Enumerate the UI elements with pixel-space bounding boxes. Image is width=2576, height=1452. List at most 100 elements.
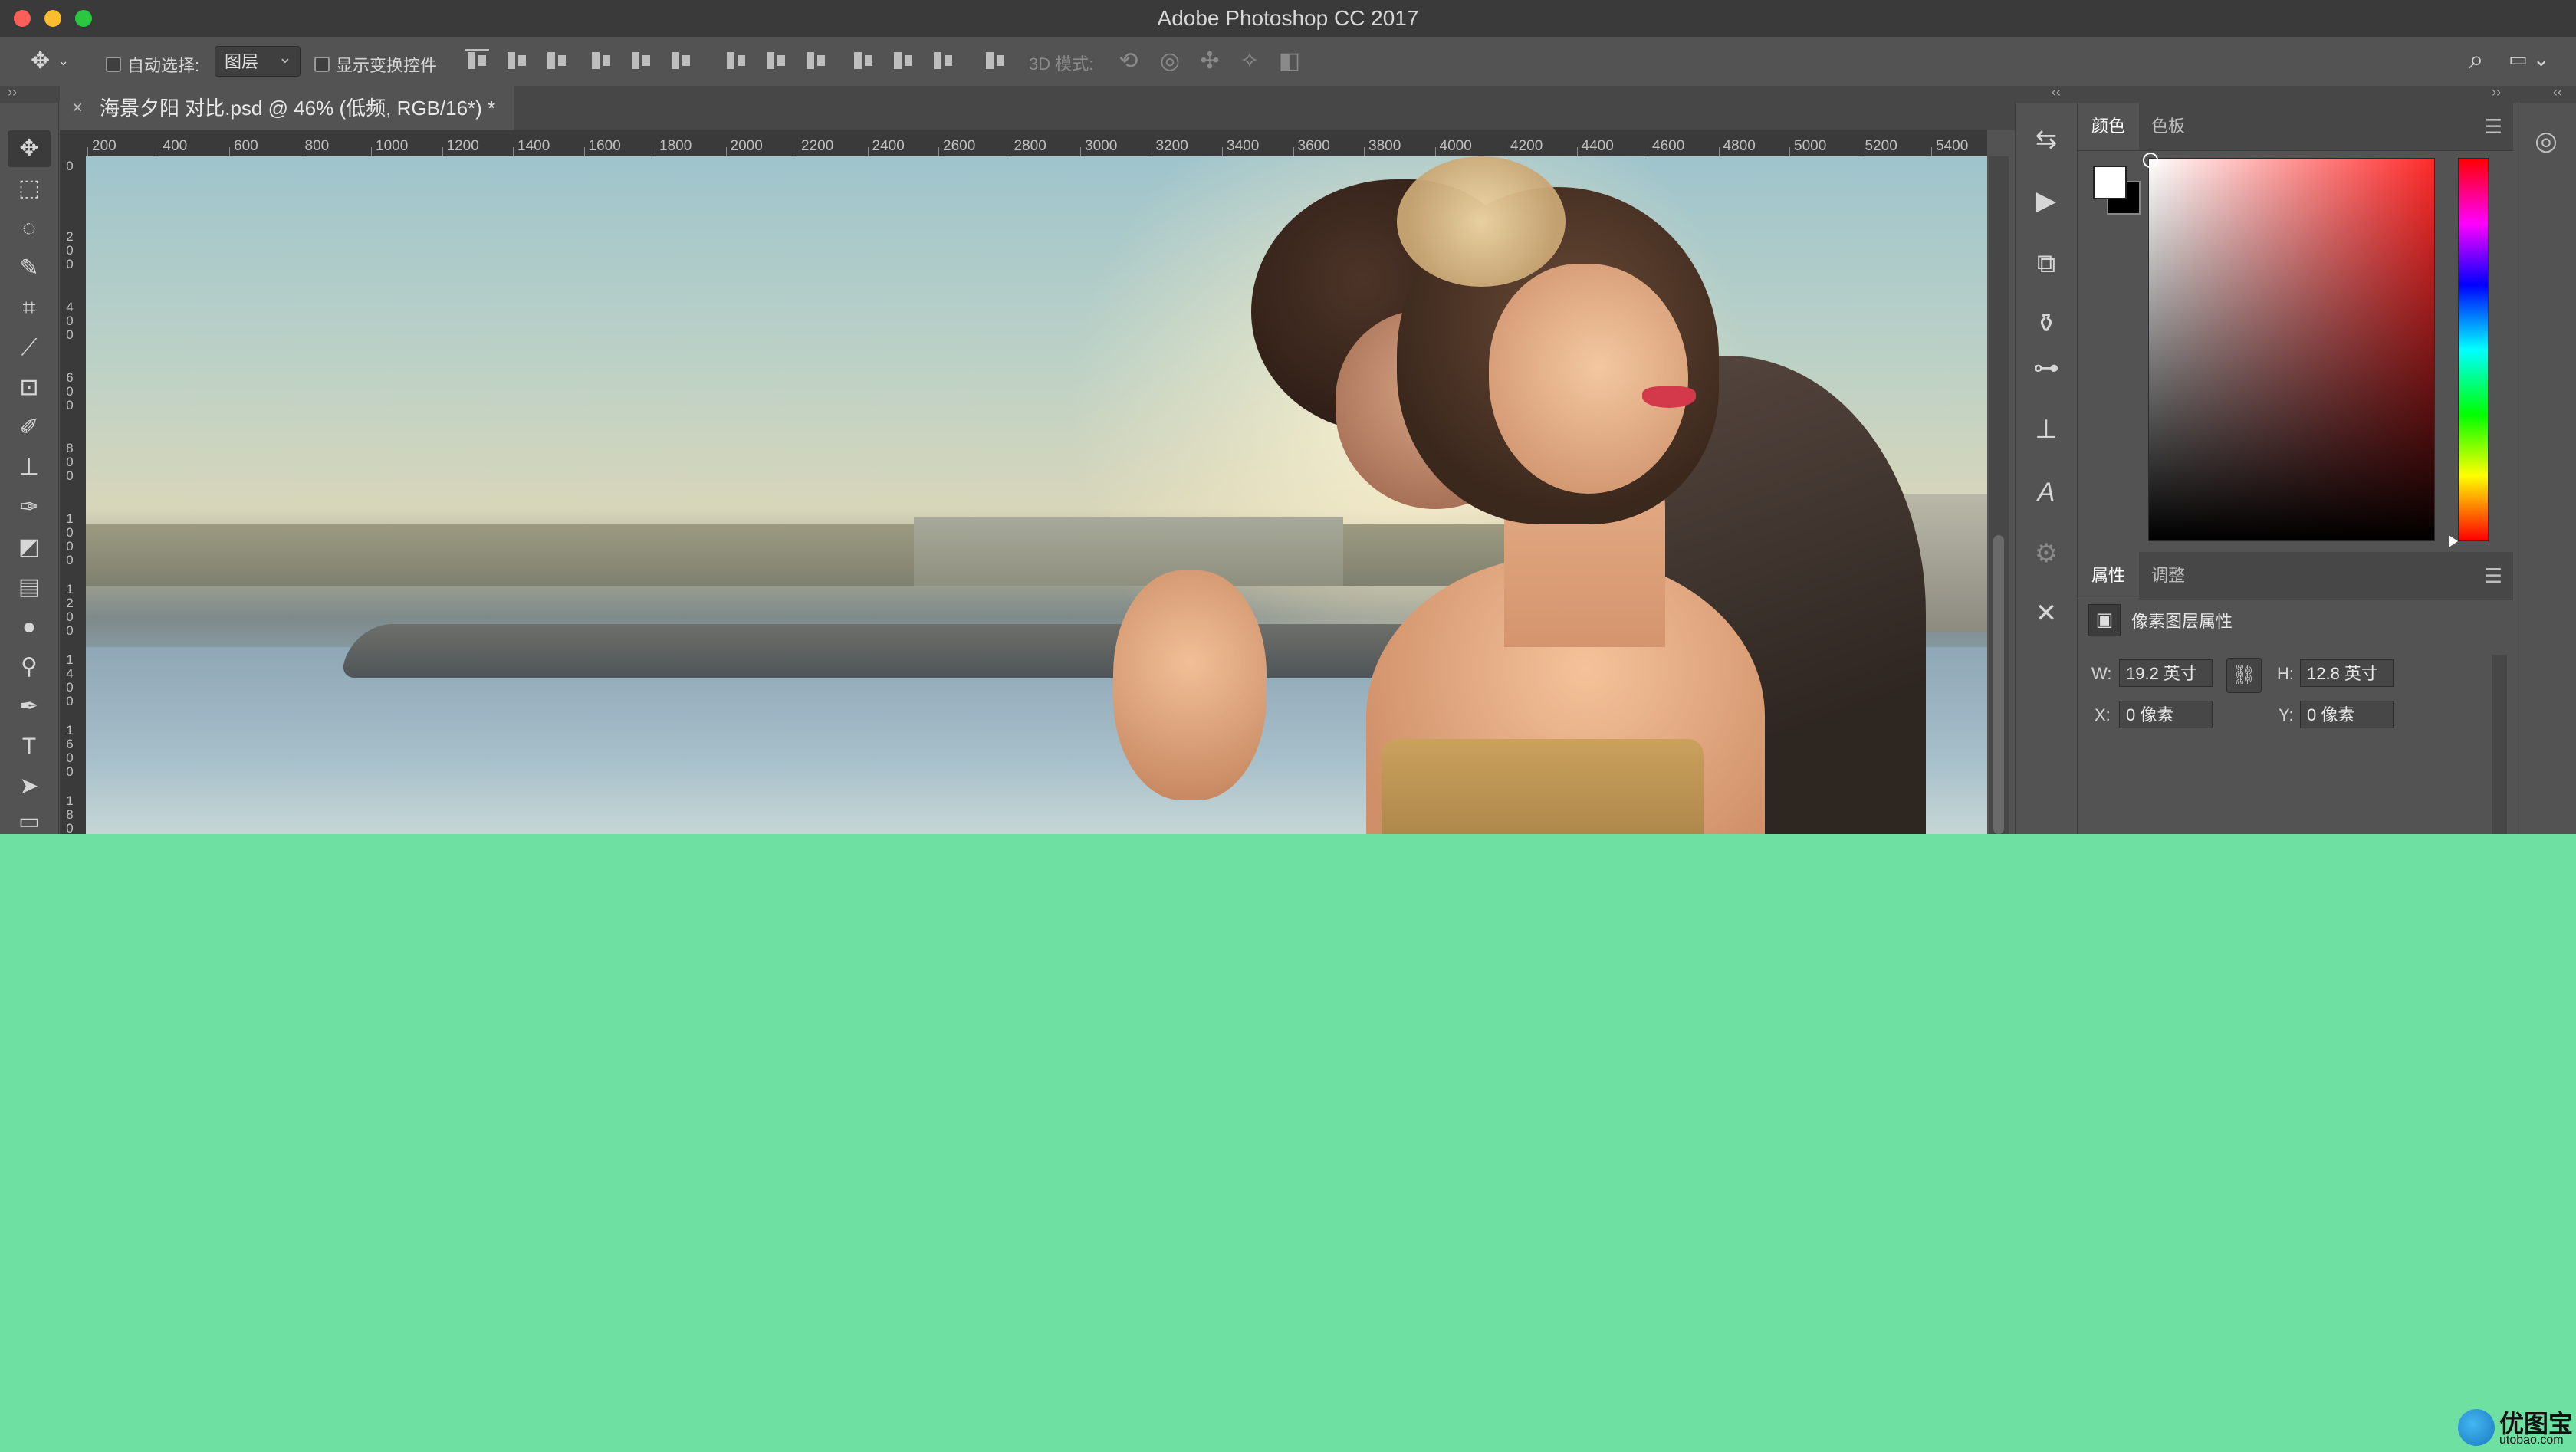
scrollbar-thumb[interactable] [1993, 535, 2004, 834]
move-tool-icon[interactable]: ✥ [8, 130, 51, 167]
auto-select-checkbox-group[interactable]: 自动选择: [106, 52, 199, 77]
brush-tool-icon[interactable]: ✐ [8, 409, 51, 446]
type-tool-icon[interactable]: T [8, 728, 51, 765]
3d-pan-icon[interactable]: ✣ [1196, 48, 1224, 75]
marquee-tool-icon[interactable]: ⬚ [8, 170, 51, 207]
collapse-panels-icon[interactable]: ›› [2492, 84, 2501, 100]
right-panels: 颜色 色板 ☰ 属性 调整 ☰ ▣ 像素图层属性 W: 19.2 英寸 ⛓ H:… [2078, 103, 2513, 834]
libraries-strip: ◎ [2515, 103, 2576, 834]
align-hcenter-icon[interactable] [629, 49, 655, 74]
x-position-field[interactable]: 0 像素 [2119, 701, 2213, 728]
collapse-dock-icon[interactable]: ‹‹ [2052, 84, 2061, 100]
distribute-hcenter-icon[interactable] [891, 49, 917, 74]
watermark: 优图宝 utobao.com [2458, 1404, 2573, 1449]
eyedropper-tool-icon[interactable]: ⟋ [8, 330, 51, 366]
search-icon[interactable]: ⌕ [2461, 44, 2492, 75]
ruler-tick-label: 2600 [943, 138, 976, 154]
ruler-tick-label: 2000 [730, 138, 763, 154]
width-field[interactable]: 19.2 英寸 [2119, 659, 2213, 687]
align-left-icon[interactable] [589, 49, 615, 74]
brush-settings-icon[interactable]: ⊶ [2028, 350, 2065, 386]
distribute-top-icon[interactable] [724, 49, 750, 74]
history-brush-tool-icon[interactable]: ✑ [8, 489, 51, 526]
auto-select-checkbox[interactable] [106, 57, 121, 72]
distribute-left-icon[interactable] [851, 49, 877, 74]
expand-toolbar-icon[interactable]: ›› [8, 84, 17, 100]
align-top-icon[interactable] [465, 49, 491, 74]
quick-select-tool-icon[interactable]: ✎ [8, 250, 51, 287]
align-right-icon[interactable] [669, 49, 695, 74]
distribute-right-icon[interactable] [931, 49, 957, 74]
lasso-tool-icon[interactable]: ◌ [8, 210, 51, 247]
actions-play-icon[interactable]: ▶ [2028, 182, 2065, 219]
dodge-tool-icon[interactable]: ⚲ [8, 649, 51, 685]
ruler-tick-mark [867, 147, 869, 156]
pen-tool-icon[interactable]: ✒ [8, 688, 51, 725]
path-select-tool-icon[interactable]: ➤ [8, 768, 51, 805]
distribute-vcenter-icon[interactable] [764, 49, 790, 74]
3d-scale-icon[interactable]: ◧ [1276, 48, 1303, 75]
blur-tool-icon[interactable]: ● [8, 609, 51, 646]
link-dimensions-icon[interactable]: ⛓ [2226, 658, 2262, 693]
ruler-tick-label: 3800 [1368, 138, 1401, 154]
color-picker-handle[interactable] [2143, 153, 2158, 168]
canvas-vertical-scrollbar[interactable] [1989, 156, 2009, 834]
tab-color[interactable]: 颜色 [2078, 103, 2140, 150]
y-position-field[interactable]: 0 像素 [2300, 701, 2394, 728]
properties-panel-menu-icon[interactable]: ☰ [2485, 564, 2502, 588]
character-panel-icon[interactable]: A [2028, 474, 2065, 511]
tab-properties[interactable]: 属性 [2078, 552, 2140, 600]
tab-adjustments[interactable]: 调整 [2137, 552, 2199, 600]
document-tab[interactable]: × 海景夕阳 对比.psd @ 46% (低频, RGB/16*) * [60, 86, 514, 130]
ruler-origin[interactable] [60, 130, 87, 157]
tools-settings-icon[interactable]: ✕ [2028, 595, 2065, 632]
ruler-tick-label: 1200 [66, 582, 74, 638]
show-transform-checkbox-group[interactable]: 显示变换控件 [314, 52, 437, 77]
tab-swatches[interactable]: 色板 [2137, 103, 2199, 150]
auto-align-layers-icon[interactable] [983, 49, 1009, 74]
vertical-ruler[interactable]: 0 200 400 600 800 1000 1200 1400 1600 1800 [60, 156, 87, 834]
gradient-tool-icon[interactable]: ▤ [8, 569, 51, 606]
move-tool-preset-icon[interactable]: ✥ ⌄ [31, 48, 69, 74]
3d-orbit-icon[interactable]: ⟲ [1115, 48, 1142, 75]
frame-tool-icon[interactable]: ⊡ [8, 370, 51, 406]
show-transform-checkbox[interactable] [314, 57, 330, 72]
ruler-tick-label: 800 [304, 138, 330, 154]
hue-slider[interactable] [2458, 158, 2489, 541]
collapse-right-icon[interactable]: ‹‹ [2553, 84, 2562, 100]
distribute-bottom-icon[interactable] [803, 49, 830, 74]
ruler-tick-label: 1600 [588, 138, 621, 154]
ruler-tick-label: 1400 [66, 652, 74, 708]
eraser-tool-icon[interactable]: ◩ [8, 529, 51, 566]
height-field[interactable]: 12.8 英寸 [2300, 659, 2394, 687]
properties-header-label: 像素图层属性 [2131, 612, 2233, 631]
3d-roll-icon[interactable]: ◎ [1156, 48, 1184, 75]
crop-tool-icon[interactable]: ⌗ [8, 290, 51, 327]
brush-presets-icon[interactable]: ⚱ [2028, 305, 2065, 342]
document-canvas[interactable] [86, 156, 1987, 834]
properties-header: ▣ 像素图层属性 [2088, 601, 2233, 639]
foreground-color-swatch[interactable] [2093, 166, 2127, 199]
ruler-tick-label: 1200 [446, 138, 479, 154]
ruler-tick-label: 200 [92, 138, 117, 154]
color-panel-menu-icon[interactable]: ☰ [2485, 115, 2502, 139]
workspace-switcher-icon[interactable]: ▭ ⌄ [2509, 48, 2555, 75]
panel-dock: ⇆ ▶ ⧉ ⚱ ⊶ ⊥ A ⚙ ✕ [2015, 103, 2078, 834]
properties-scrollbar[interactable] [2492, 655, 2507, 834]
3d-slide-icon[interactable]: ✧ [1236, 48, 1263, 75]
history-panel-icon[interactable]: ⇆ [2028, 121, 2065, 158]
align-bottom-icon[interactable] [544, 49, 570, 74]
hue-slider-handle[interactable] [2449, 535, 2458, 547]
clone-source-icon[interactable]: ⊥ [2028, 411, 2065, 448]
stamp-tool-icon[interactable]: ⊥ [8, 449, 51, 486]
tools-panel: ✥ ⬚ ◌ ✎ ⌗ ⟋ ⊡ ✐ ⊥ ✑ ◩ ▤ ● ⚲ ✒ T ➤ ▭ [0, 103, 59, 834]
color-field[interactable] [2143, 153, 2435, 541]
auto-select-target-dropdown[interactable]: 图层 [215, 42, 301, 77]
libraries-icon[interactable]: ◎ [2528, 123, 2564, 159]
shape-tool-icon[interactable]: ▭ [8, 803, 51, 834]
tool-presets-icon[interactable]: ⚙ [2028, 535, 2065, 572]
close-document-icon[interactable]: × [72, 86, 83, 130]
horizontal-ruler[interactable]: 200 400 600 800 1000 1200 1400 1600 1800 2000 2200… [86, 130, 1987, 157]
align-vcenter-icon[interactable] [504, 49, 531, 74]
layer-comps-icon[interactable]: ⧉ [2028, 245, 2065, 282]
